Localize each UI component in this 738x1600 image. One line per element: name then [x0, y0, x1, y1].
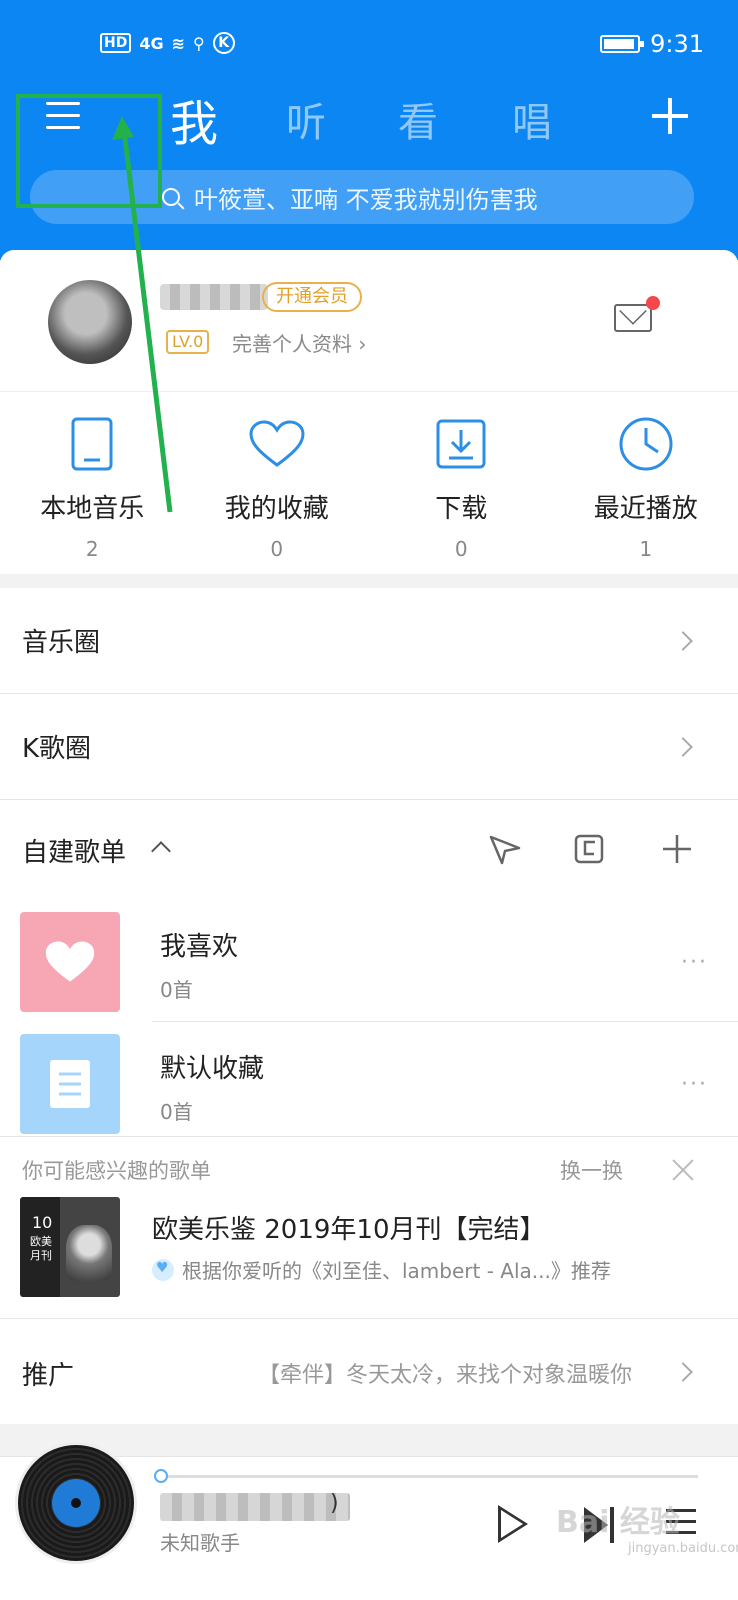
cover-portrait [66, 1225, 112, 1281]
add-playlist-icon[interactable] [662, 834, 692, 864]
wifi-icon: ≋ [171, 33, 186, 53]
quick-favorites[interactable]: 我的收藏 0 [185, 392, 370, 574]
chevron-right-icon [673, 737, 693, 757]
chevron-right-icon [673, 631, 693, 651]
quick-local-music[interactable]: 本地音乐 2 [0, 392, 185, 574]
tab-watch[interactable]: 看 [398, 90, 438, 148]
music-circle-label: 音乐圈 [22, 628, 101, 658]
recommend-reason: 根据你爱听的《刘至佳、lambert - Ala...》推荐 [152, 1255, 611, 1284]
level-badge: LV.0 [166, 330, 210, 354]
cover-number: 10 [32, 1213, 53, 1232]
heart-icon [45, 941, 95, 982]
tab-listen[interactable]: 听 [286, 90, 326, 148]
quick-download[interactable]: 下载 0 [369, 392, 554, 574]
clock-time: 9:31 [650, 30, 704, 58]
album-disc[interactable] [18, 1445, 134, 1561]
hd-icon: HD [100, 33, 132, 53]
promo-row[interactable]: 推广 【牵伴】冬天太冷，来找个对象温暖你 [0, 1318, 738, 1424]
close-icon[interactable] [672, 1159, 694, 1181]
recommend-title[interactable]: 欧美乐鉴 2019年10月刊【完结】 [152, 1209, 546, 1246]
complete-profile-link[interactable]: 完善个人资料 › [232, 328, 366, 357]
heart-badge-icon [152, 1258, 174, 1281]
playlist-name: 我喜欢 [160, 932, 239, 962]
chevron-up-icon[interactable] [151, 841, 171, 861]
playlist-cover [20, 1034, 120, 1134]
clock-icon [554, 414, 738, 474]
heart-icon [185, 414, 370, 474]
share-icon[interactable] [488, 834, 522, 866]
profile-row: 开通会员 LV.0 完善个人资料 › [0, 250, 738, 392]
play-icon[interactable] [498, 1505, 528, 1543]
signal-icon: 4G [139, 33, 164, 53]
song-title-blurred[interactable] [160, 1493, 350, 1521]
status-bar: HD 4G ≋ ⚲ K 9:31 [0, 28, 738, 64]
avatar[interactable] [48, 280, 132, 364]
playlists-title[interactable]: 自建歌单 [22, 832, 126, 869]
mini-player: ) 未知歌手 Bai 经验 jingyan.baidu.com [0, 1445, 738, 1600]
quick-count: 2 [85, 537, 99, 561]
k-app-icon: K [212, 32, 235, 54]
download-icon [369, 414, 554, 474]
quick-recent[interactable]: 最近播放 1 [554, 392, 738, 574]
quick-label: 最近播放 [593, 494, 698, 524]
status-icons: HD 4G ≋ ⚲ K [100, 32, 235, 54]
tab-sing[interactable]: 唱 [512, 90, 552, 148]
more-icon[interactable]: ··· [681, 1072, 708, 1097]
playlists-header: 自建歌单 [0, 800, 738, 900]
chevron-right-icon [673, 1362, 693, 1382]
recommend-header: 你可能感兴趣的歌单 [22, 1159, 211, 1183]
circles-section: 音乐圈 K歌圈 [0, 588, 738, 800]
quick-count: 1 [639, 537, 653, 561]
profile-card: 开通会员 LV.0 完善个人资料 › 本地音乐 2 我的收藏 0 下载 0 最近… [0, 250, 738, 574]
annotation-box [16, 94, 162, 208]
quick-count: 0 [270, 537, 284, 561]
k-song-circle-row[interactable]: K歌圈 [0, 694, 738, 800]
quick-label: 下载 [435, 494, 488, 524]
cover-text: 欧美 月刊 [30, 1235, 52, 1262]
quick-label: 本地音乐 [40, 494, 145, 524]
phone-icon [0, 414, 185, 474]
refresh-button[interactable]: 换一换 [560, 1155, 623, 1185]
quick-actions: 本地音乐 2 我的收藏 0 下载 0 最近播放 1 [0, 392, 738, 574]
add-icon[interactable] [652, 98, 688, 134]
quick-label: 我的收藏 [224, 494, 329, 524]
mail-icon[interactable] [614, 304, 652, 332]
promo-label: 推广 [22, 1361, 75, 1391]
playlists-section: 自建歌单 我喜欢 0首 ··· 默认收藏 0首 ··· [0, 800, 738, 1144]
playlist-item-default[interactable]: 默认收藏 0首 ··· [0, 1022, 738, 1144]
playlist-name: 默认收藏 [160, 1054, 265, 1084]
song-title-suffix: ) [330, 1491, 339, 1516]
playlist-item-favorites[interactable]: 我喜欢 0首 ··· [0, 900, 738, 1022]
username-blurred[interactable] [160, 284, 268, 310]
search-status-icon: ⚲ [193, 33, 205, 53]
import-icon[interactable] [574, 834, 604, 864]
document-icon [50, 1060, 90, 1108]
battery-icon [600, 35, 645, 53]
k-song-circle-label: K歌圈 [22, 734, 92, 764]
tab-me[interactable]: 我 [170, 84, 218, 154]
playlist-count: 0首 [160, 1100, 193, 1124]
playlist-cover [20, 912, 120, 1012]
progress-knob[interactable] [154, 1469, 168, 1483]
status-right: 9:31 [600, 30, 704, 58]
quick-count: 0 [454, 537, 468, 561]
notification-dot [646, 296, 660, 310]
music-circle-row[interactable]: 音乐圈 [0, 588, 738, 694]
recommend-cover[interactable]: 10 欧美 月刊 [20, 1197, 120, 1297]
baidu-watermark-url: jingyan.baidu.com [628, 1541, 738, 1556]
artist-name: 未知歌手 [160, 1531, 240, 1555]
promo-text: 【牵伴】冬天太冷，来找个对象温暖你 [258, 1363, 633, 1388]
recommend-block: 你可能感兴趣的歌单 换一换 10 欧美 月刊 欧美乐鉴 2019年10月刊【完结】… [0, 1136, 738, 1318]
progress-track[interactable] [160, 1475, 698, 1478]
vip-badge[interactable]: 开通会员 [262, 282, 362, 312]
playlist-count: 0首 [160, 978, 193, 1002]
baidu-watermark: Bai 经验 [556, 1505, 680, 1540]
search-icon [162, 188, 180, 206]
search-placeholder: 叶筱萱、亚喃 不爱我就别伤害我 [194, 185, 538, 214]
recommend-reason-text: 根据你爱听的《刘至佳、lambert - Ala...》推荐 [182, 1259, 611, 1283]
more-icon[interactable]: ··· [681, 950, 708, 975]
recommend-section: 你可能感兴趣的歌单 换一换 10 欧美 月刊 欧美乐鉴 2019年10月刊【完结】… [0, 1136, 738, 1424]
